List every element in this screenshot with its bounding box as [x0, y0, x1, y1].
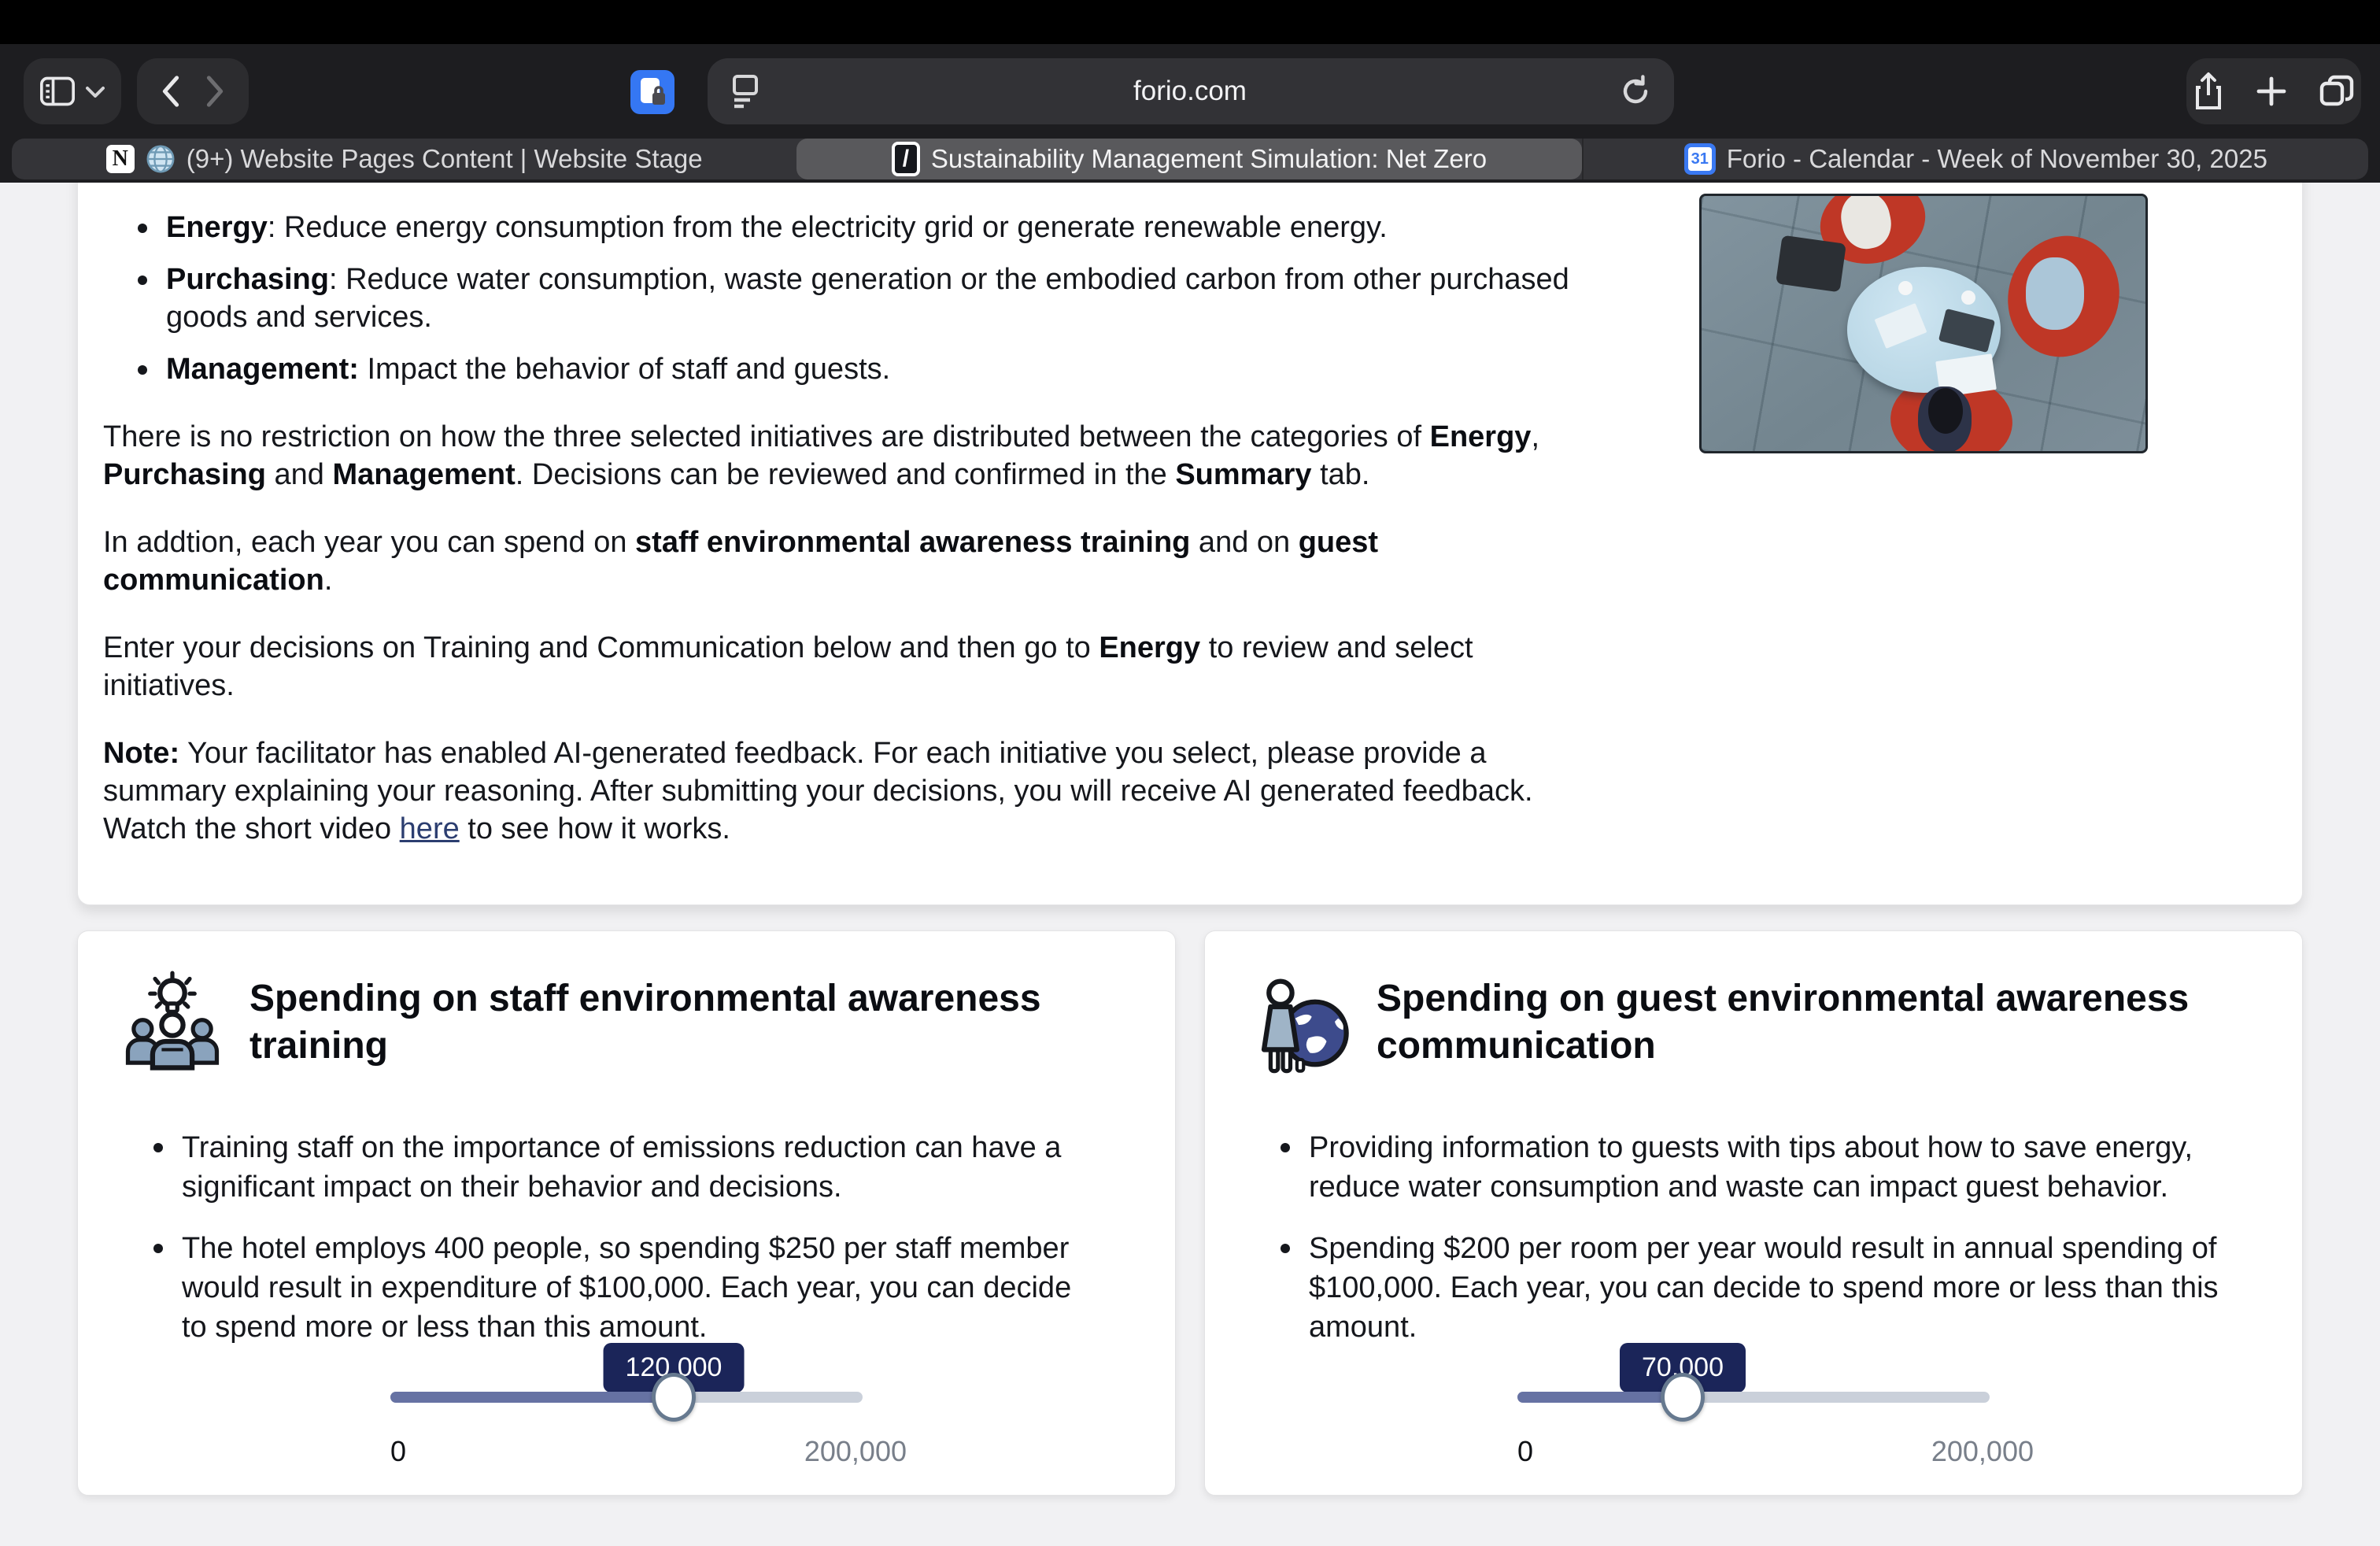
- slider-rail[interactable]: [1517, 1374, 1990, 1421]
- slider-track[interactable]: [390, 1392, 863, 1403]
- guest-communication-card: Spending on guest environmental awarenes…: [1204, 930, 2303, 1496]
- nav-buttons-group: [137, 58, 249, 124]
- paragraph: There is no restriction on how the three…: [103, 418, 1583, 494]
- list-item: Providing information to guests with tip…: [1246, 1128, 2230, 1207]
- staff-training-slider: 120,000 0 200,000: [390, 1374, 863, 1468]
- decision-cards-row: Spending on staff environmental awarenes…: [77, 930, 2303, 1496]
- list-item: Energy: Reduce energy consumption from t…: [103, 209, 1583, 246]
- card-title: Spending on guest environmental awarenes…: [1377, 971, 2261, 1070]
- intro-section: Energy: Reduce energy consumption from t…: [77, 183, 2303, 905]
- guest-communication-slider: 70,000 0 200,000: [1517, 1374, 1990, 1468]
- forward-button[interactable]: [203, 75, 227, 108]
- list-item: Spending $200 per room per year would re…: [1246, 1229, 2230, 1347]
- page-viewport: Energy: Reduce energy consumption from t…: [0, 183, 2380, 1546]
- reload-icon[interactable]: [1619, 73, 1652, 109]
- tab-strip: N (9+) Website Pages Content | Website S…: [0, 139, 2380, 183]
- back-button[interactable]: [159, 75, 183, 108]
- intro-text: Energy: Reduce energy consumption from t…: [103, 209, 1583, 848]
- tab-net-zero-simulation[interactable]: / Sustainability Management Simulation: …: [796, 139, 1581, 179]
- globe-icon: [146, 144, 176, 174]
- slider-track[interactable]: [1517, 1392, 1990, 1403]
- slider-max-label: 200,000: [1931, 1435, 2034, 1468]
- reader-options-icon[interactable]: [730, 73, 761, 109]
- tab-overview-icon[interactable]: [2319, 74, 2355, 109]
- slider-fill: [1517, 1392, 1683, 1403]
- list-item: The hotel employs 400 people, so spendin…: [119, 1229, 1103, 1347]
- slider-fill: [390, 1392, 674, 1403]
- guest-communication-icon: [1246, 971, 1353, 1078]
- tab-forio-calendar[interactable]: 31 Forio - Calendar - Week of November 3…: [1582, 139, 2368, 179]
- slider-thumb[interactable]: [1661, 1373, 1705, 1422]
- meeting-photo: [1699, 194, 2148, 453]
- notion-icon: N: [106, 145, 135, 173]
- menu-bar: [0, 0, 2380, 44]
- tab-label: (9+) Website Pages Content | Website Sta…: [187, 144, 703, 174]
- tab-label: Sustainability Management Simulation: Ne…: [931, 144, 1487, 174]
- slider-min-label: 0: [1517, 1435, 1533, 1468]
- slider-rail[interactable]: [390, 1374, 863, 1421]
- paragraph: Enter your decisions on Training and Com…: [103, 629, 1583, 705]
- browser-toolbar: forio.com: [0, 44, 2380, 139]
- share-icon[interactable]: [2193, 72, 2224, 111]
- watch-video-here-link[interactable]: here: [400, 812, 460, 845]
- list-item: Management: Impact the behavior of staff…: [103, 350, 1583, 388]
- paragraph: In addtion, each year you can spend on s…: [103, 523, 1583, 599]
- list-item: Training staff on the importance of emis…: [119, 1128, 1103, 1207]
- forio-icon: /: [892, 142, 920, 176]
- slider-max-label: 200,000: [804, 1435, 907, 1468]
- sidebar-toggle-group: [24, 58, 121, 124]
- password-extension-icon[interactable]: [630, 70, 674, 114]
- initiative-categories-list: Energy: Reduce energy consumption from t…: [103, 209, 1583, 388]
- list-item: Purchasing: Reduce water consumption, wa…: [103, 261, 1583, 336]
- url-bar[interactable]: forio.com: [708, 58, 1674, 124]
- staff-training-card: Spending on staff environmental awarenes…: [77, 930, 1176, 1496]
- new-tab-icon[interactable]: [2254, 74, 2289, 109]
- url-text[interactable]: forio.com: [761, 76, 1619, 107]
- tab-website-pages-content[interactable]: N (9+) Website Pages Content | Website S…: [12, 139, 796, 179]
- tab-label: Forio - Calendar - Week of November 30, …: [1727, 144, 2267, 174]
- slider-min-label: 0: [390, 1435, 406, 1468]
- staff-training-icon: [119, 971, 226, 1078]
- window-actions-group: [2186, 58, 2361, 124]
- sidebar-toggle-icon[interactable]: [40, 76, 75, 106]
- chevron-down-icon[interactable]: [86, 85, 105, 98]
- card-bullet-list: Providing information to guests with tip…: [1246, 1128, 2230, 1347]
- card-title: Spending on staff environmental awarenes…: [249, 971, 1134, 1070]
- calendar-icon: 31: [1684, 143, 1716, 175]
- paragraph: Note: Your facilitator has enabled AI-ge…: [103, 734, 1583, 848]
- card-bullet-list: Training staff on the importance of emis…: [119, 1128, 1103, 1347]
- slider-thumb[interactable]: [652, 1373, 696, 1422]
